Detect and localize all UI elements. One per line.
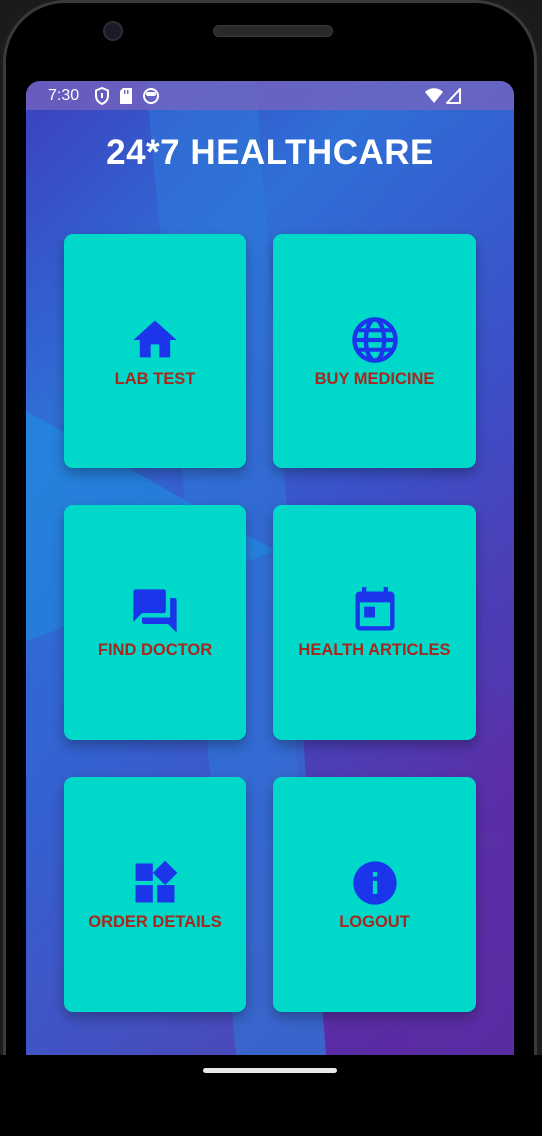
lab-test-label: LAB TEST <box>114 369 196 388</box>
app-screen: 7:30 24*7 HEALTHCARE LAB TEST BUY MEDICI… <box>26 81 514 1055</box>
cellular-signal-icon <box>446 88 461 104</box>
info-icon <box>352 861 397 905</box>
order-details-card[interactable]: ORDER DETAILS <box>64 777 246 1012</box>
status-time: 7:30 <box>48 87 80 104</box>
buy-medicine-card[interactable]: BUY MEDICINE <box>273 234 476 468</box>
health-articles-card[interactable]: HEALTH ARTICLES <box>273 505 476 740</box>
buy-medicine-label: BUY MEDICINE <box>314 369 435 388</box>
status-system-icons <box>424 87 462 105</box>
wifi-icon <box>425 88 443 103</box>
order-details-label: ORDER DETAILS <box>88 913 222 931</box>
status-bar: 7:30 <box>26 81 514 110</box>
widgets-icon <box>135 860 178 903</box>
app-title: 24*7 HEALTHCARE <box>106 133 434 172</box>
shield-icon <box>95 87 109 105</box>
logout-card[interactable]: LOGOUT <box>273 777 476 1012</box>
home-gesture-handle[interactable] <box>203 1068 337 1073</box>
face-icon <box>143 88 159 104</box>
phone-device: 7:30 24*7 HEALTHCARE LAB TEST BUY MEDICI… <box>0 0 542 1136</box>
front-camera <box>103 21 123 41</box>
globe-icon <box>351 316 398 363</box>
find-doctor-card[interactable]: FIND DOCTOR <box>64 505 246 740</box>
chat-icon <box>133 589 177 633</box>
calendar-icon <box>355 587 394 631</box>
find-doctor-label: FIND DOCTOR <box>97 641 213 659</box>
status-notification-icons <box>94 87 160 105</box>
logout-label: LOGOUT <box>339 913 410 931</box>
health-articles-label: HEALTH ARTICLES <box>298 641 451 659</box>
sd-card-icon <box>120 88 132 104</box>
home-icon <box>133 320 177 357</box>
lab-test-card[interactable]: LAB TEST <box>64 234 246 468</box>
earpiece-speaker <box>213 25 333 37</box>
